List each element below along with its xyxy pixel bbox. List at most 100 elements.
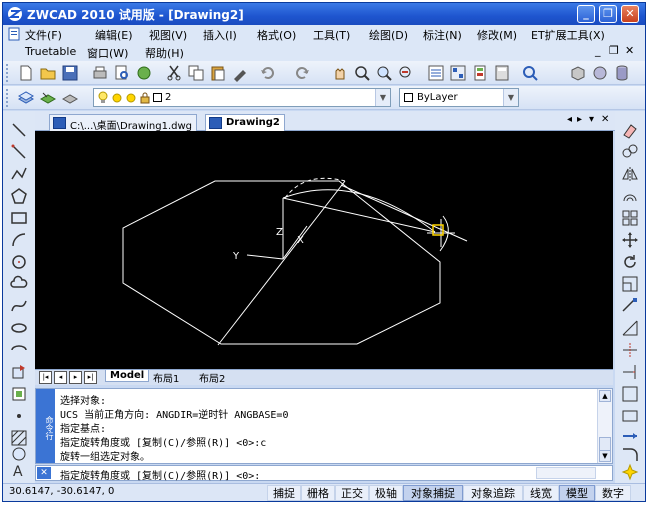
match-properties-icon[interactable]	[231, 64, 249, 82]
insert-block-icon[interactable]	[10, 363, 28, 381]
chevron-down-icon[interactable]: ▼	[503, 89, 518, 106]
move-icon[interactable]	[621, 231, 639, 249]
menu-view[interactable]: 视图(V)	[149, 27, 187, 43]
3d-box-icon[interactable]	[569, 64, 587, 82]
paste-icon[interactable]	[209, 64, 227, 82]
prev-tab-button[interactable]: ◂	[54, 371, 67, 384]
last-tab-button[interactable]: ▸|	[84, 371, 97, 384]
redo-icon[interactable]	[293, 64, 311, 82]
properties-icon[interactable]	[427, 64, 445, 82]
find-icon[interactable]	[521, 64, 539, 82]
layer-previous-icon[interactable]	[61, 89, 79, 107]
tab-close-icon[interactable]: ✕	[601, 114, 609, 125]
open-folder-icon[interactable]	[39, 64, 57, 82]
mirror-icon[interactable]	[621, 165, 639, 183]
menu-help[interactable]: 帮助(H)	[145, 45, 184, 61]
first-tab-button[interactable]: |◂	[39, 371, 52, 384]
lineweight-toggle[interactable]: 线宽	[523, 485, 559, 501]
tab-next-icon[interactable]: ▸	[577, 114, 582, 125]
design-center-icon[interactable]	[449, 64, 467, 82]
calculator-icon[interactable]	[493, 64, 511, 82]
command-prompt[interactable]: 指定旋转角度或 [复制(C)/参照(R)] <0>:	[60, 467, 260, 482]
mtext-icon[interactable]: A	[10, 461, 28, 479]
tab-drawing2[interactable]: Drawing2	[205, 114, 285, 131]
menu-insert[interactable]: 插入(I)	[203, 27, 237, 43]
lengthen-icon[interactable]	[621, 319, 639, 337]
mdi-minimize-button[interactable]: _	[595, 44, 601, 57]
horizontal-scrollbar[interactable]	[536, 467, 596, 479]
menu-dimension[interactable]: 标注(N)	[423, 27, 462, 43]
model-toggle[interactable]: 模型	[559, 485, 595, 501]
sphere-icon[interactable]	[591, 64, 609, 82]
point-icon[interactable]	[10, 407, 28, 425]
array-icon[interactable]	[621, 209, 639, 227]
copy-object-icon[interactable]	[621, 143, 639, 161]
ellipse-icon[interactable]	[10, 319, 28, 337]
otrack-toggle[interactable]: 对象追踪	[463, 485, 523, 501]
zoom-window-icon[interactable]	[375, 64, 393, 82]
cut-icon[interactable]	[165, 64, 183, 82]
tab-model[interactable]: Model	[105, 370, 150, 382]
chamfer-icon[interactable]	[621, 427, 639, 445]
extend-icon[interactable]	[621, 363, 639, 381]
arc-icon[interactable]	[10, 231, 28, 249]
undo-icon[interactable]	[259, 64, 277, 82]
scale-icon[interactable]	[621, 275, 639, 293]
command-prompt-row[interactable]: ✕ 指定旋转角度或 [复制(C)/参照(R)] <0>:	[35, 465, 613, 482]
mdi-close-button[interactable]: ✕	[625, 44, 634, 57]
zoom-realtime-icon[interactable]	[353, 64, 371, 82]
menu-tools[interactable]: 工具(T)	[313, 27, 350, 43]
polygon-icon[interactable]	[10, 187, 28, 205]
snap-toggle[interactable]: 捕捉	[267, 485, 301, 501]
scroll-down-icon[interactable]: ▼	[599, 450, 611, 462]
circle-icon[interactable]	[10, 253, 28, 271]
make-layer-current-icon[interactable]	[39, 89, 57, 107]
revision-cloud-icon[interactable]	[10, 275, 28, 293]
toolbar-grip[interactable]	[6, 89, 9, 107]
rectangle-icon[interactable]	[10, 209, 28, 227]
tab-drawing1[interactable]: C:\...\桌面\Drawing1.dwg	[49, 114, 197, 132]
tab-menu-icon[interactable]: ▾	[589, 114, 594, 125]
scroll-thumb[interactable]	[599, 437, 611, 451]
menu-truetable[interactable]: Truetable	[25, 45, 76, 58]
make-block-icon[interactable]	[10, 385, 28, 403]
rotate-icon[interactable]	[621, 253, 639, 271]
pan-icon[interactable]	[331, 64, 349, 82]
menu-window[interactable]: 窗口(W)	[87, 45, 128, 61]
save-icon[interactable]	[61, 64, 79, 82]
stretch-icon[interactable]	[621, 297, 639, 315]
chevron-down-icon[interactable]: ▼	[375, 89, 390, 106]
polar-toggle[interactable]: 极轴	[369, 485, 403, 501]
ray-icon[interactable]	[10, 143, 28, 161]
menu-modify[interactable]: 修改(M)	[477, 27, 517, 43]
print-icon[interactable]	[91, 64, 109, 82]
explode-icon[interactable]	[621, 463, 639, 481]
scroll-up-icon[interactable]: ▲	[599, 390, 611, 402]
layer-manager-icon[interactable]	[17, 89, 35, 107]
new-file-icon[interactable]	[17, 64, 35, 82]
drawing-canvas[interactable]: X Y Z	[35, 131, 613, 369]
copy-icon[interactable]	[187, 64, 205, 82]
fillet-icon[interactable]	[621, 445, 639, 463]
close-command-icon[interactable]: ✕	[37, 467, 51, 479]
trim-icon[interactable]	[621, 341, 639, 359]
publish-icon[interactable]	[135, 64, 153, 82]
ortho-toggle[interactable]: 正交	[335, 485, 369, 501]
print-preview-icon[interactable]	[113, 64, 131, 82]
minimize-button[interactable]: _	[577, 5, 595, 23]
next-tab-button[interactable]: ▸	[69, 371, 82, 384]
spline-icon[interactable]	[10, 297, 28, 315]
menu-edit[interactable]: 编辑(E)	[95, 27, 133, 43]
close-button[interactable]: ✕	[621, 5, 639, 23]
toolbar-grip[interactable]	[6, 64, 9, 82]
menu-file[interactable]: 文件(F)	[25, 27, 62, 43]
polyline-icon[interactable]	[10, 165, 28, 183]
erase-icon[interactable]	[621, 121, 639, 139]
zoom-previous-icon[interactable]	[397, 64, 415, 82]
offset-icon[interactable]	[621, 187, 639, 205]
join-icon[interactable]	[621, 407, 639, 425]
osnap-toggle[interactable]: 对象捕捉	[403, 485, 463, 501]
menu-format[interactable]: 格式(O)	[257, 27, 296, 43]
layer-combo[interactable]: 2 ▼	[93, 88, 391, 107]
tool-palettes-icon[interactable]	[471, 64, 489, 82]
